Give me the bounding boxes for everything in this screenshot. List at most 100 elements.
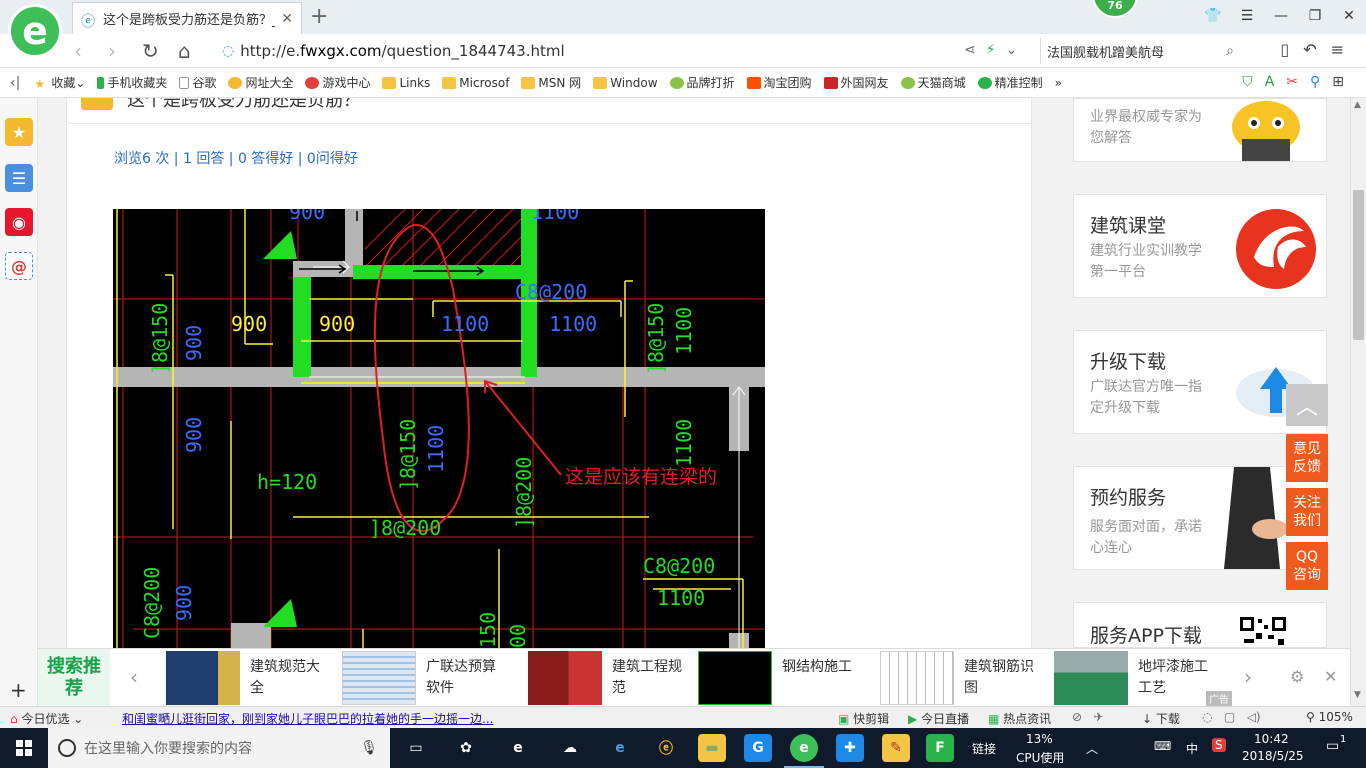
annotation-text: 这是应该有连梁的 [565, 466, 717, 488]
bookmark-item[interactable]: 外国网友 [823, 74, 889, 91]
bookmark-item[interactable]: 天猫商城 [900, 74, 966, 91]
magnifier-icon[interactable]: ⚲ [1310, 74, 1332, 90]
expert-card[interactable]: 业界最权威专家为您解答 [1073, 98, 1327, 162]
tab-active[interactable]: ⓔ 这个是跨板受力筋还是负筋？_广 ✕ [72, 2, 302, 34]
feedback-button[interactable]: 意见反馈 [1286, 434, 1328, 482]
notification-icon[interactable]: ▭ [1326, 738, 1339, 754]
status-right-icons[interactable]: ◌ ▢ ◁) [1202, 710, 1261, 724]
taskbar-search-input[interactable]: 在这里输入你要搜索的内容 🎙 [48, 728, 390, 768]
shield-icon[interactable]: ⛉ [1242, 74, 1265, 90]
grid-icon[interactable]: ⊞ [1332, 74, 1356, 90]
edge-icon[interactable]: e [606, 734, 634, 762]
clock-time[interactable]: 10:42 [1254, 732, 1289, 746]
cad-drawing-image[interactable]: 900 900 900 1100 1100 1100 C8@200 C8@200… [113, 209, 765, 648]
chevron-down-icon[interactable]: ⌄ [1006, 42, 1028, 58]
vertical-scrollbar[interactable]: ▲ ▼ [1350, 98, 1366, 706]
undo-icon[interactable]: ↶ [1303, 40, 1330, 59]
mobile-icon[interactable]: ▯ [1280, 40, 1303, 59]
weibo-icon[interactable]: ◉ [5, 208, 33, 236]
forward-icon[interactable]: › [108, 39, 116, 63]
bookmark-item[interactable]: Window [593, 76, 658, 90]
score-badge[interactable]: 76 [1092, 0, 1138, 18]
translate-icon[interactable]: A [1265, 74, 1287, 90]
question-stats[interactable]: 浏览6 次 | 1 回答 | 0 答得好 | 0问得好 [114, 148, 358, 168]
tab-close-icon[interactable]: ✕ [281, 11, 293, 27]
hot-news[interactable]: ▦ 热点资讯 [988, 710, 1051, 727]
bookmark-item[interactable]: Microsof [442, 76, 509, 90]
f-app-icon[interactable]: F [926, 734, 954, 762]
close-icon[interactable]: ✕ [1324, 667, 1337, 686]
ie-taskbar-icon[interactable]: e [504, 734, 532, 762]
lightning-icon[interactable]: ⚡ [986, 42, 1006, 58]
quick-clip[interactable]: ▣ 快剪辑 [838, 710, 889, 727]
reading-list-icon[interactable]: ☰ [5, 164, 33, 192]
menu-icon[interactable]: ☰ [1230, 8, 1264, 24]
bookmarks-more-icon[interactable]: » [1055, 76, 1062, 90]
bookmark-item[interactable]: 淘宝团购 [746, 74, 812, 91]
chevron-left-icon[interactable]: ‹ [130, 665, 138, 689]
close-icon[interactable]: ✕ [1332, 8, 1366, 24]
address-bar[interactable]: ◌ http://e. fwxgx.com/question_1844743.ht… [222, 38, 1032, 64]
back-to-top-button[interactable]: ︿ [1286, 384, 1328, 426]
bookmark-item[interactable]: 精准控制 [977, 74, 1043, 91]
add-sidebar-icon[interactable]: + [10, 678, 27, 702]
today-live[interactable]: ▶ 今日直播 [908, 710, 969, 727]
favorites-star-icon[interactable]: ★ [5, 118, 33, 146]
bookmark-item[interactable]: 品牌打折 [669, 74, 735, 91]
bookmark-item[interactable]: 谷歌 [179, 74, 216, 91]
plus-app-icon[interactable]: ✚ [836, 734, 864, 762]
microphone-icon[interactable]: 🎙 [360, 740, 378, 756]
keyboard-icon[interactable]: ⌨ [1154, 739, 1171, 753]
restore-icon[interactable]: ❐ [1298, 8, 1332, 24]
share-icon[interactable]: ⋖ [964, 42, 986, 58]
input-language[interactable]: 中 [1186, 740, 1198, 757]
minimize-icon[interactable]: — [1264, 8, 1298, 24]
follow-us-button[interactable]: 关注我们 [1286, 488, 1328, 536]
bookmark-item[interactable]: MSN 网 [521, 74, 581, 91]
search-icon[interactable]: ⌕ [1226, 43, 1234, 59]
refresh-icon[interactable]: ↻ [142, 39, 159, 63]
downloads[interactable]: ↓ 下载 [1142, 710, 1180, 727]
scroll-up-icon[interactable]: ▲ [1354, 100, 1361, 110]
status-tool-icons[interactable]: ⊘ ✈ [1072, 710, 1104, 724]
course-card[interactable]: 建筑课堂 建筑行业实训教学第一平台 [1073, 194, 1327, 298]
tray-chevron-icon[interactable]: ︿ [1086, 740, 1098, 757]
browser-logo[interactable]: e [8, 4, 62, 58]
chevron-right-icon[interactable]: › [1244, 665, 1252, 689]
more-icon[interactable]: ≡ [1331, 40, 1358, 59]
sidebar-toggle-icon[interactable]: ‹| [10, 75, 20, 91]
browser-taskbar-icon[interactable]: e [784, 734, 824, 768]
gear-icon[interactable]: ⚙ [1290, 667, 1304, 686]
task-view-icon[interactable]: ▭ [402, 734, 430, 762]
zoom-level[interactable]: ⚲ 105% [1306, 710, 1353, 724]
qq-consult-button[interactable]: QQ咨询 [1286, 542, 1328, 590]
back-icon[interactable]: ‹ [74, 39, 82, 63]
file-explorer-icon[interactable]: ▬ [698, 734, 726, 762]
bookmark-item[interactable]: ★ 收藏 ⌄ [34, 74, 85, 91]
bookmark-item[interactable]: Links [382, 76, 430, 90]
new-tab-button[interactable]: + [310, 4, 328, 29]
bookmark-item[interactable]: 网址大全 [228, 74, 293, 91]
ie-blue-icon[interactable]: ⓔ [652, 734, 680, 762]
bookmark-item[interactable]: 手机收藏夹 [97, 74, 167, 91]
skin-icon[interactable]: 👕 [1196, 8, 1230, 24]
scissors-icon[interactable]: ✂ [1286, 74, 1310, 90]
news-ticker-link[interactable]: 和闺蜜嗮儿逛街回家，刚到家她儿子眼巴巴的拉着她的手一边摇一边... [122, 710, 493, 727]
link-label[interactable]: 链接 [972, 740, 996, 757]
start-button[interactable] [0, 728, 48, 768]
clock-date[interactable]: 2018/5/25 [1242, 749, 1304, 763]
home-icon[interactable]: ⌂ [178, 39, 191, 63]
scrollbar-thumb[interactable] [1353, 190, 1364, 340]
mail-icon[interactable]: @ [5, 252, 33, 280]
dim-label: 00 [506, 624, 530, 648]
notes-app-icon[interactable]: ✎ [882, 734, 910, 762]
bookmark-item[interactable]: 游戏中心 [305, 74, 370, 91]
today-picks[interactable]: ⌂ 今日优选 ⌄ [10, 710, 83, 727]
app-download-card[interactable]: 服务APP下载 [1073, 602, 1327, 648]
sogou-icon[interactable]: S [1212, 738, 1226, 752]
cloud-app-icon[interactable]: ☁ [556, 734, 584, 762]
g-app-icon[interactable]: G [744, 734, 772, 762]
search-input[interactable]: 法国舰载机蹭美航母 ⌕ [1040, 38, 1240, 64]
fan-app-icon[interactable]: ✿ [452, 734, 480, 762]
scroll-down-icon[interactable]: ▼ [1354, 690, 1361, 700]
